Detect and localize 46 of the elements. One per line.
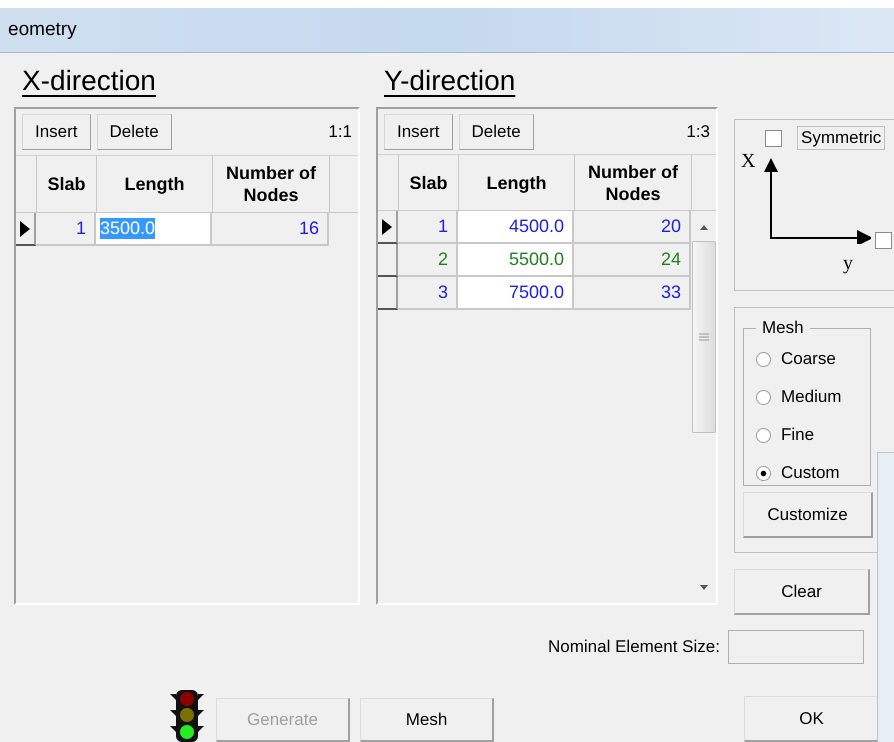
section-heading: X-direction bbox=[21, 65, 157, 98]
window-title: eometry bbox=[8, 19, 77, 41]
group-title: Mesh bbox=[761, 318, 805, 338]
scroll-thumb[interactable] bbox=[692, 241, 716, 433]
record-position: 1:1 bbox=[328, 122, 352, 142]
column-header: Number of Nodes bbox=[575, 155, 692, 210]
axis-label: X bbox=[741, 150, 756, 173]
radio-option[interactable]: Custom bbox=[756, 454, 862, 492]
radio-option[interactable]: Coarse bbox=[756, 340, 862, 378]
table-cell: 1 bbox=[398, 211, 458, 244]
column-header: Length bbox=[97, 156, 213, 212]
insert-button[interactable]: Insert bbox=[384, 114, 453, 150]
length-field[interactable]: 7500.0 bbox=[458, 277, 574, 310]
table-cell: 33 bbox=[574, 277, 691, 310]
table-cell: 1 bbox=[36, 213, 96, 246]
column-header: Slab bbox=[37, 156, 97, 212]
symmetric-label: Symmetric bbox=[797, 126, 886, 150]
section-heading: Y-direction bbox=[383, 65, 516, 98]
column-header: Slab bbox=[399, 155, 459, 210]
checkbox[interactable] bbox=[875, 232, 892, 249]
table-cell: 16 bbox=[212, 213, 329, 246]
length-field[interactable]: 4500.0 bbox=[458, 211, 574, 244]
traffic-light-icon bbox=[168, 688, 206, 742]
table-cell: 3 bbox=[398, 277, 458, 310]
radio-option[interactable]: Medium bbox=[756, 378, 862, 416]
table-cell: 24 bbox=[574, 244, 691, 277]
length-field[interactable]: 5500.0 bbox=[458, 244, 574, 277]
clear-button[interactable]: Clear bbox=[734, 569, 870, 615]
column-header: Number of Nodes bbox=[213, 156, 330, 212]
table-cell: 20 bbox=[574, 211, 691, 244]
record-position: 1:3 bbox=[686, 122, 710, 142]
delete-button[interactable]: Delete bbox=[458, 114, 534, 150]
axis-label: y bbox=[843, 252, 853, 275]
checkbox[interactable] bbox=[765, 130, 782, 147]
field-label: Nominal Element Size: bbox=[548, 637, 720, 657]
row-pointer-icon bbox=[382, 218, 392, 234]
ok-button[interactable]: OK bbox=[744, 696, 880, 742]
column-header: Length bbox=[459, 155, 575, 210]
insert-button[interactable]: Insert bbox=[22, 114, 91, 150]
row-pointer-icon bbox=[20, 220, 30, 236]
table-cell: 2 bbox=[398, 244, 458, 277]
delete-button[interactable]: Delete bbox=[96, 114, 172, 150]
radio-option[interactable]: Fine bbox=[756, 416, 862, 454]
mesh-button[interactable]: Mesh bbox=[360, 698, 494, 742]
input-field[interactable] bbox=[728, 630, 864, 664]
customize-button[interactable]: Customize bbox=[743, 492, 873, 538]
